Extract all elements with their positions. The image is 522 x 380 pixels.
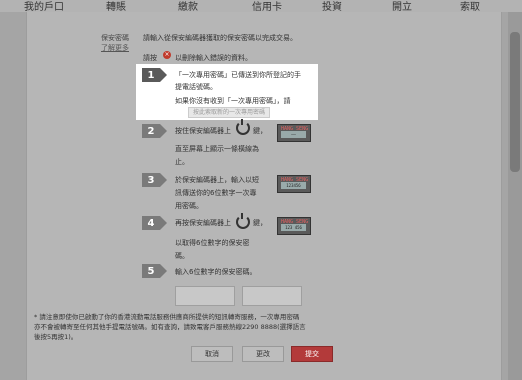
step-3-line-3: 用密碼。 — [175, 202, 203, 210]
step-2-line-1: 按住保安編碼器上 — [175, 127, 231, 135]
step-3-line-2: 訊傳送你的6位數字一次專 — [175, 189, 257, 197]
top-navigation: 我的戶口 轉賬 繳款 信用卡 投資 開立 索取 — [0, 0, 522, 13]
scrollbar-thumb[interactable] — [510, 32, 520, 172]
step-1-number: 1 — [142, 68, 167, 82]
footnote-line-2: 亦不會被轉寄至任何其他手提電話號碼。如有查詢，請致電客戶服務熱線2290 888… — [34, 323, 306, 331]
learn-more-link[interactable]: 了解更多 — [101, 43, 129, 53]
intro-text: 請輸入從保安編碼器獲取的保安密碼以完成交易。 — [143, 34, 297, 42]
step-2-line-1b: 鍵， — [253, 127, 267, 135]
footnote-line-1: * 請注意即使你已啟動了你的香港流動電話服務供應商所提供的短訊轉寄服務，一次專用… — [34, 313, 300, 321]
power-button-icon — [236, 119, 250, 135]
security-code-label: 保安密碼 — [101, 34, 129, 42]
security-code-input-2[interactable] — [242, 286, 302, 306]
cancel-button[interactable]: 取消 — [191, 346, 233, 362]
step-5-number: 5 — [142, 264, 167, 278]
footnote-line-3: 後按5再按1)。 — [34, 333, 78, 341]
step-3-line-1: 於保安編碼器上，輸入以短 — [175, 176, 259, 184]
resend-otp-link[interactable]: 按此索取新的一次專用密碼 — [188, 107, 271, 118]
step-4-line-1b: 鍵， — [253, 219, 267, 227]
token-device-icon: HANG SENG —— — [277, 124, 311, 142]
step-4-line-3: 碼。 — [175, 252, 189, 260]
step-1-line-1: 「一次專用密碼」已傳送到你所登記的手 — [175, 71, 301, 79]
clear-icon[interactable]: × — [163, 51, 171, 59]
step-4-line-2: 以取得6位數字的保安密 — [175, 239, 250, 247]
step-2-line-2: 直至屏幕上顯示一條橫線為 — [175, 145, 259, 153]
step-2-line-3: 止。 — [175, 158, 189, 166]
modify-button[interactable]: 更改 — [242, 346, 284, 362]
step-5-line-1: 輸入6位數字的保安密碼。 — [175, 268, 257, 276]
step-3-number: 3 — [142, 173, 167, 187]
power-button-icon — [236, 213, 250, 229]
scrollbar[interactable] — [508, 12, 522, 380]
clear-instruction-prefix: 請按 — [143, 54, 157, 62]
submit-button[interactable]: 提交 — [291, 346, 333, 362]
security-code-input-1[interactable] — [175, 286, 235, 306]
clear-instruction-suffix: 以刪除輸入錯誤的資料。 — [175, 54, 252, 62]
step-1-line-2: 提電話號碼。 — [175, 83, 217, 91]
step-4-line-1: 再按保安編碼器上 — [175, 219, 231, 227]
step-2-number: 2 — [142, 124, 167, 138]
token-device-icon: HANG SENG 123 456 — [277, 217, 311, 235]
step-4-number: 4 — [142, 216, 167, 230]
step-1-line-3: 如果你沒有收到「一次專用密碼」，請 — [175, 97, 291, 105]
token-device-icon: HANG SENG 123456 — [277, 175, 311, 193]
